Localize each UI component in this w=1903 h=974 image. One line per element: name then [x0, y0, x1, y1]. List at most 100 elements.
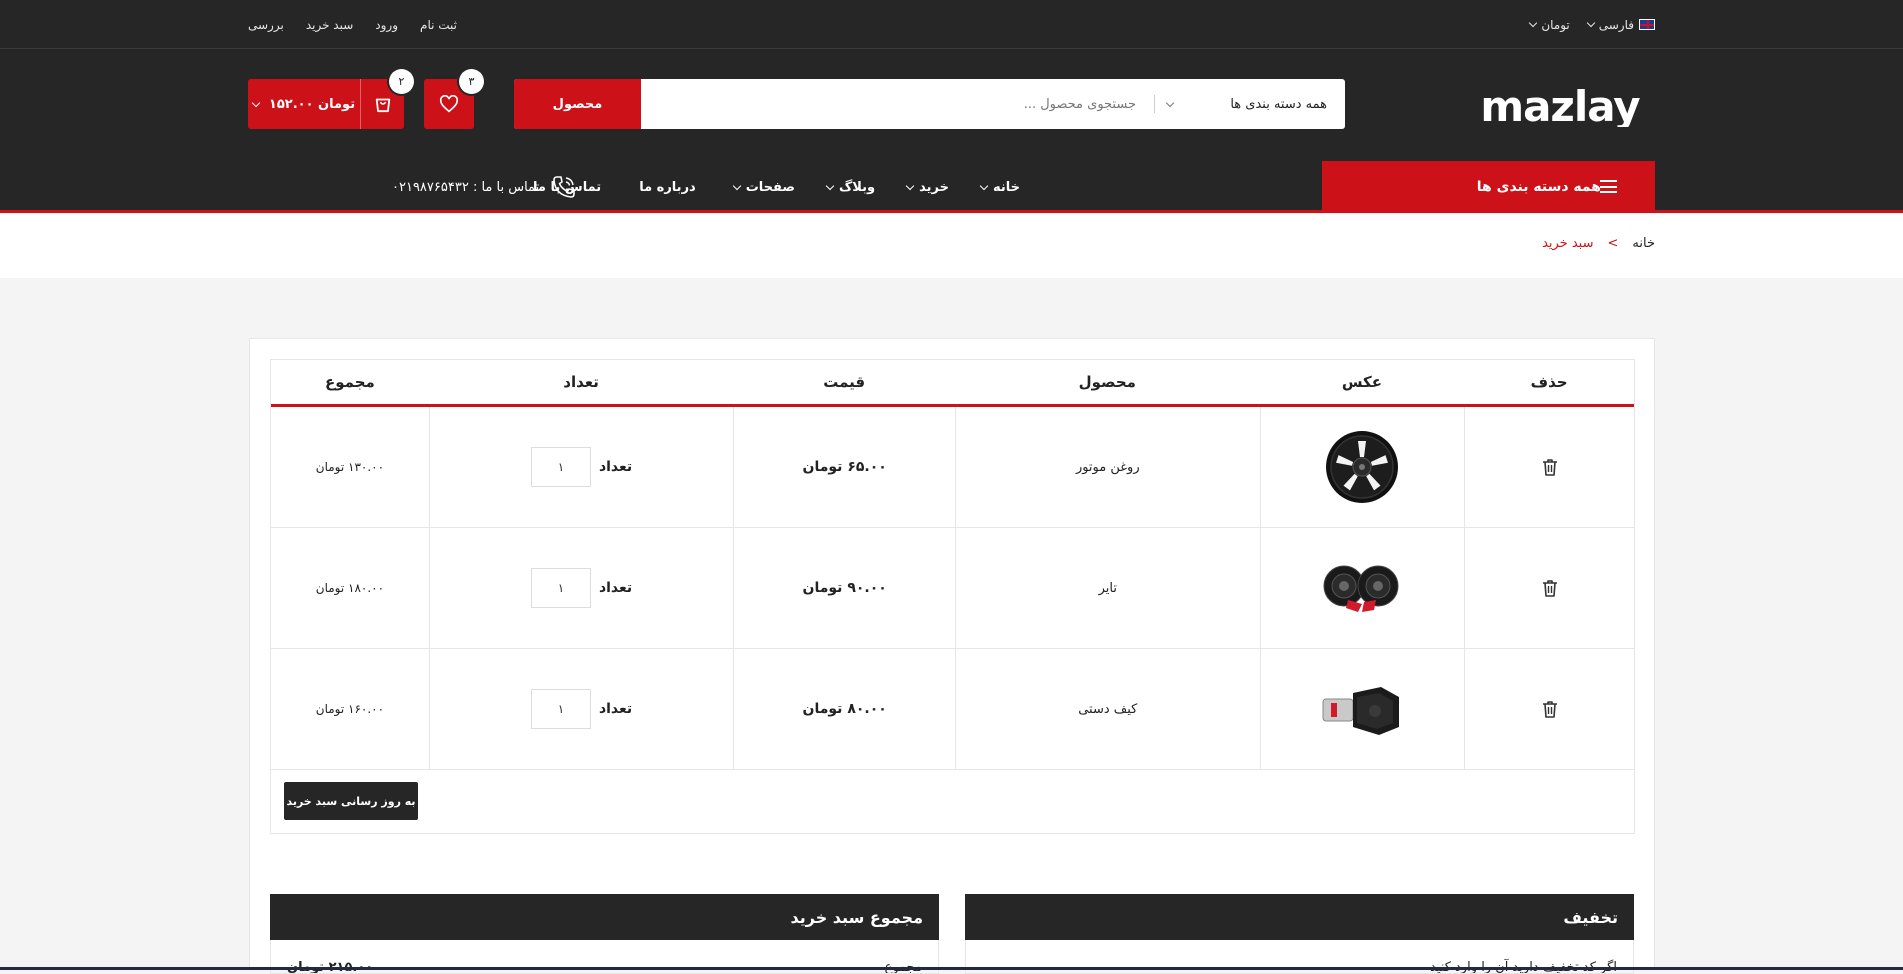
- nav-item-label: وبلاگ: [838, 179, 876, 195]
- product-image-cell: [1259, 528, 1465, 648]
- product-name[interactable]: کیف دستی: [955, 649, 1260, 769]
- search-bar: همه دسته بندی ها محصول: [514, 79, 1345, 129]
- table-row: روغن موتور ۶۵.۰۰ تومان تعداد ۱۳۰.۰۰ توما…: [271, 407, 1634, 528]
- quantity-label: تعداد: [598, 459, 633, 475]
- cart-amount-label: ۱۵۲.۰۰ تومان: [268, 96, 356, 112]
- quantity-input[interactable]: [530, 568, 591, 608]
- quantity-label: تعداد: [598, 701, 633, 717]
- discount-box: تخفیف اگر کد تخفیف دارید آن را وارد کنید: [965, 894, 1634, 974]
- language-label: فارسی: [1598, 17, 1634, 32]
- nav-item-label: درباره ما: [639, 179, 696, 195]
- search-button[interactable]: محصول: [514, 79, 641, 129]
- wishlist-button[interactable]: ۳: [424, 69, 484, 129]
- chevron-down-icon: [979, 181, 989, 190]
- wheel-rim-image[interactable]: [1324, 429, 1400, 505]
- product-price: ۶۵.۰۰ تومان: [733, 407, 955, 527]
- language-select[interactable]: فارسی: [1586, 17, 1655, 32]
- remove-cell: [1464, 407, 1634, 527]
- breadcrumb-home-link[interactable]: خانه: [1632, 236, 1655, 251]
- register-link[interactable]: ثبت نام: [420, 18, 457, 32]
- search-divider: [1154, 95, 1155, 113]
- phone-icon: [553, 176, 576, 198]
- main-nav: همه دسته بندی ها خانه خرید وبلاگ صفحات د…: [0, 161, 1903, 213]
- breadcrumb-bar: خانه > سبد خرید: [0, 214, 1903, 278]
- hamburger-menu-icon: [1600, 180, 1617, 193]
- all-categories-button[interactable]: همه دسته بندی ها: [1322, 161, 1655, 213]
- remove-cell: [1464, 528, 1634, 648]
- chevron-down-icon: [905, 181, 915, 190]
- locale-selectors: فارسی تومان: [1529, 17, 1655, 32]
- cart-link[interactable]: سبد خرید: [306, 18, 353, 32]
- product-name[interactable]: تایر: [955, 528, 1260, 648]
- quantity-control: تعداد: [530, 447, 633, 487]
- uk-flag-icon: [1639, 19, 1655, 30]
- product-price: ۸۰.۰۰ تومان: [733, 649, 955, 769]
- trash-icon[interactable]: [1542, 700, 1558, 718]
- search-category-label: همه دسته بندی ها: [1230, 96, 1327, 112]
- top-bar: فارسی تومان ثبت نام ورود سبد خرید بررسی: [0, 0, 1903, 49]
- nav-item-label: صفحات: [745, 179, 795, 195]
- brake-discs-image[interactable]: [1322, 556, 1402, 620]
- wishlist-count-badge: ۳: [459, 69, 484, 94]
- row-total: ۱۳۰.۰۰ تومان: [315, 460, 385, 474]
- trash-icon[interactable]: [1542, 579, 1558, 597]
- nav-item-pages[interactable]: صفحات: [732, 179, 795, 195]
- chevron-down-icon: [1165, 98, 1175, 107]
- product-name[interactable]: روغن موتور: [955, 407, 1260, 527]
- currency-select[interactable]: تومان: [1529, 17, 1570, 32]
- nav-item-about[interactable]: درباره ما: [639, 180, 696, 195]
- header: mazlay همه دسته بندی ها محصول ۳ ۱۵۲.۰۰ ت…: [0, 49, 1903, 161]
- account-links: ثبت نام ورود سبد خرید بررسی: [248, 18, 457, 32]
- header-total: مجموع: [325, 373, 375, 391]
- row-total: ۱۸۰.۰۰ تومان: [315, 581, 385, 595]
- cart-count-badge: ۲: [389, 69, 414, 94]
- shopping-bag-icon: [375, 98, 390, 113]
- quantity-cell: تعداد: [428, 649, 734, 769]
- nav-item-label: خرید: [919, 179, 949, 195]
- breadcrumb: خانه > سبد خرید: [1542, 236, 1655, 251]
- quantity-input[interactable]: [530, 447, 591, 487]
- row-total: ۱۶۰.۰۰ تومان: [315, 702, 385, 716]
- nav-item-blog[interactable]: وبلاگ: [825, 179, 876, 195]
- update-cart-button[interactable]: به روز رسانی سبد خرید: [284, 782, 418, 820]
- nav-item-shop[interactable]: خرید: [905, 179, 949, 195]
- nav-item-home[interactable]: خانه: [979, 180, 1020, 195]
- login-link[interactable]: ورود: [375, 18, 398, 32]
- headlight-bulb-image[interactable]: [1317, 677, 1407, 741]
- contact-phone[interactable]: تماس با ما : ۰۲۱۹۸۷۶۵۴۳۲: [392, 161, 577, 213]
- heart-icon: [439, 95, 459, 113]
- chevron-down-icon: [1529, 18, 1538, 28]
- table-row: کیف دستی ۸۰.۰۰ تومان تعداد ۱۶۰.۰۰ تومان: [271, 649, 1634, 770]
- search-category-select[interactable]: همه دسته بندی ها: [1155, 79, 1345, 129]
- cart-totals-box: مجموع سبد خرید مجموع ۲۱۵.۰۰ تومان: [270, 894, 939, 974]
- cart-table-header: حذف عکس محصول قیمت تعداد مجموع: [271, 360, 1634, 407]
- search-input[interactable]: [641, 79, 1154, 129]
- discount-title: تخفیف: [965, 894, 1634, 940]
- nav-menu: خانه خرید وبلاگ صفحات درباره ما تماس با …: [533, 161, 1020, 213]
- cart-panel: حذف عکس محصول قیمت تعداد مجموع روغن موتو…: [249, 338, 1655, 974]
- header-quantity: تعداد: [563, 373, 599, 391]
- product-price: ۹۰.۰۰ تومان: [733, 528, 955, 648]
- logo-text: mazlay: [1480, 87, 1640, 127]
- header-price: قیمت: [823, 373, 866, 391]
- mini-cart-button[interactable]: ۱۵۲.۰۰ تومان ۲: [248, 69, 414, 129]
- product-image-cell: [1259, 649, 1465, 769]
- quantity-cell: تعداد: [428, 407, 734, 527]
- quantity-cell: تعداد: [428, 528, 734, 648]
- currency-label: تومان: [1541, 17, 1570, 32]
- remove-cell: [1464, 649, 1634, 769]
- table-row: تایر ۹۰.۰۰ تومان تعداد ۱۸۰.۰۰ تومان: [271, 528, 1634, 649]
- header-image: عکس: [1341, 373, 1382, 391]
- trash-icon[interactable]: [1542, 458, 1558, 476]
- chevron-down-icon: [251, 98, 261, 107]
- chevron-down-icon: [1586, 18, 1595, 28]
- cart-icon-box: ۲: [360, 69, 414, 129]
- quantity-input[interactable]: [530, 689, 591, 729]
- header-product: محصول: [1078, 373, 1136, 391]
- quantity-control: تعداد: [530, 568, 632, 608]
- all-categories-label: همه دسته بندی ها: [1476, 179, 1601, 195]
- mazlay-logo[interactable]: mazlay: [1465, 87, 1655, 127]
- cart-table: حذف عکس محصول قیمت تعداد مجموع روغن موتو…: [270, 359, 1635, 834]
- phone-label: تماس با ما : ۰۲۱۹۸۷۶۵۴۳۲: [392, 179, 540, 195]
- checkout-link[interactable]: بررسی: [248, 18, 284, 32]
